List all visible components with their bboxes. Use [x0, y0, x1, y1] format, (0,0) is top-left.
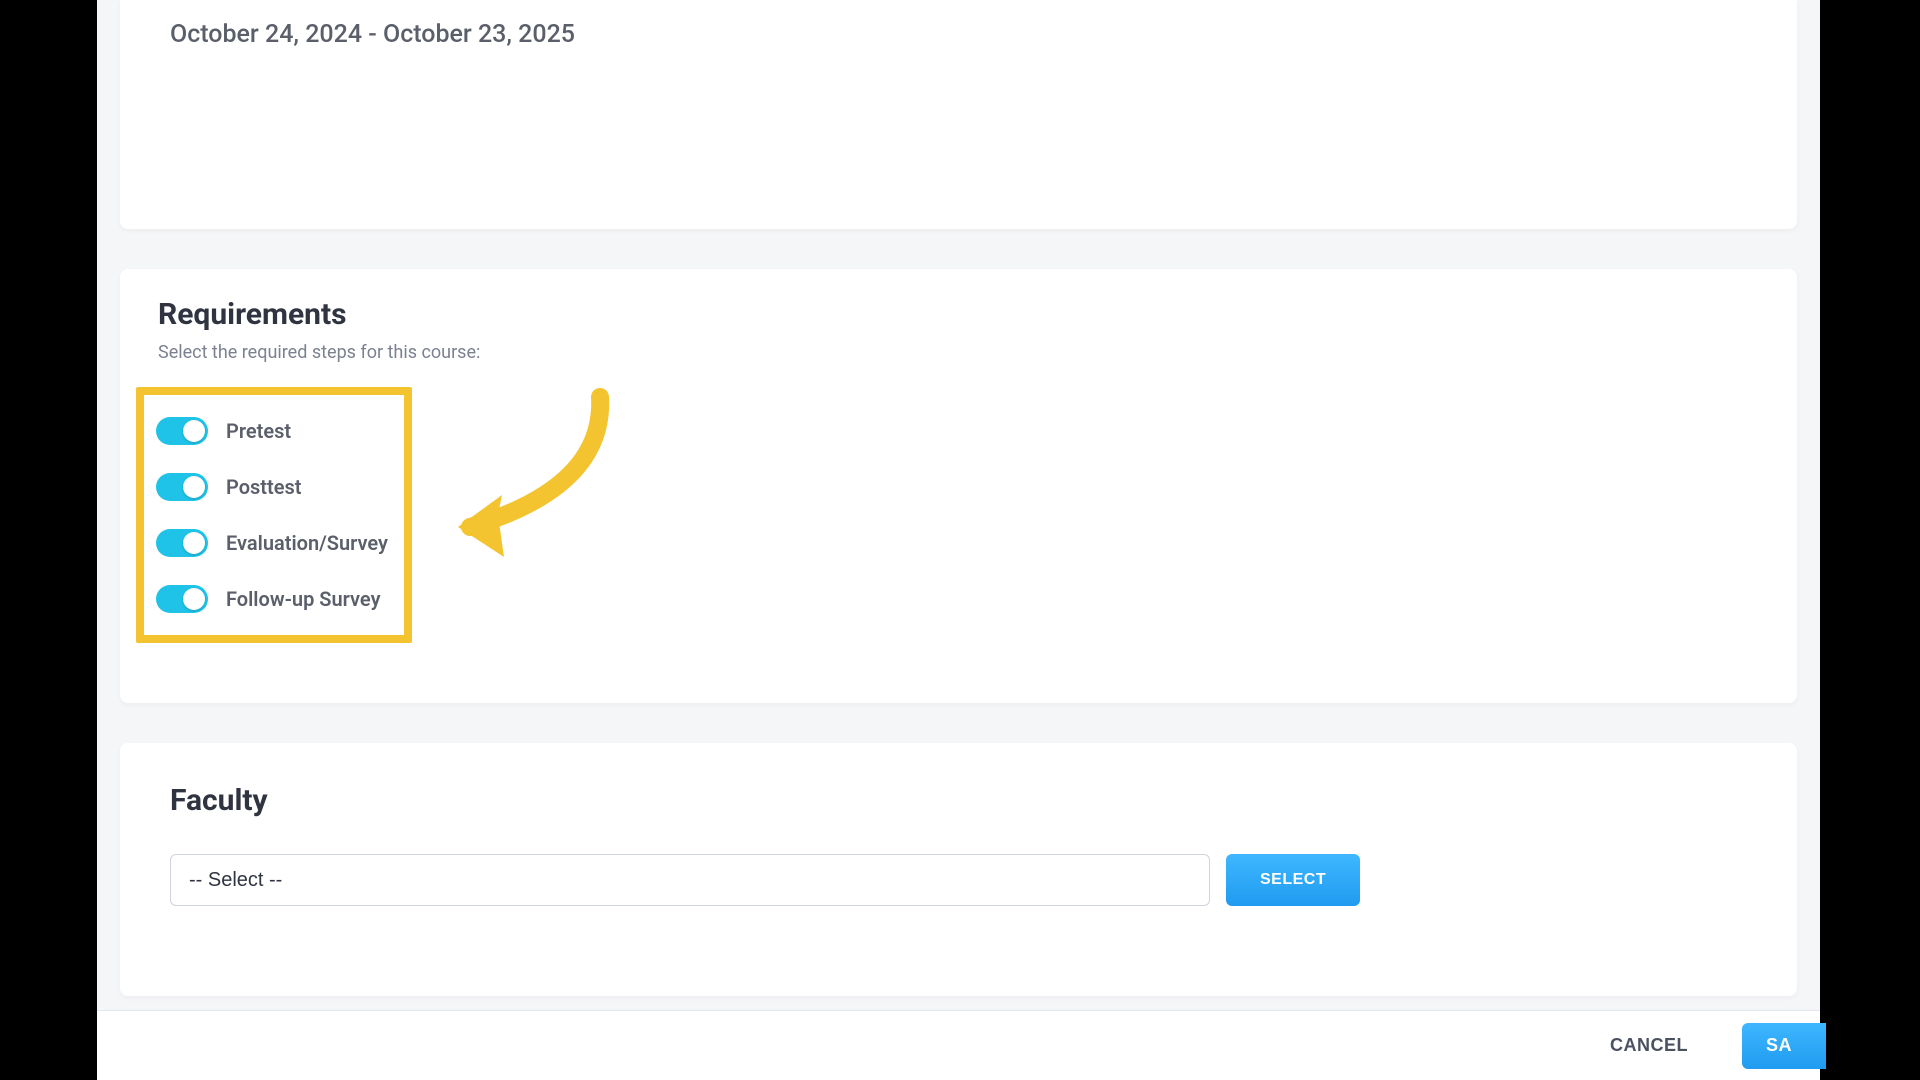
cancel-button[interactable]: CANCEL [1582, 1021, 1716, 1070]
toggle-row-evaluation: Evaluation/Survey [150, 515, 394, 571]
toggle-label: Pretest [226, 419, 291, 443]
toggle-row-pretest: Pretest [150, 403, 394, 459]
footer-bar: CANCEL SA [97, 1010, 1820, 1080]
requirements-title: Requirements [158, 297, 1757, 332]
faculty-row: -- Select -- SELECT [170, 854, 1747, 906]
toggle-label: Follow-up Survey [226, 587, 381, 611]
requirements-highlight-box: Pretest Posttest Evaluation/Survey Follo… [136, 387, 412, 643]
toggle-evaluation[interactable] [156, 529, 208, 557]
toggle-label: Posttest [226, 475, 302, 499]
toggle-row-posttest: Posttest [150, 459, 394, 515]
arrow-annotation-icon [430, 387, 650, 567]
save-button[interactable]: SA [1742, 1023, 1826, 1069]
faculty-card: Faculty -- Select -- SELECT [120, 743, 1797, 996]
toggle-pretest[interactable] [156, 417, 208, 445]
faculty-title: Faculty [170, 783, 1747, 818]
date-range-card: October 24, 2024 - October 23, 2025 [120, 0, 1797, 229]
date-range-text: October 24, 2024 - October 23, 2025 [170, 20, 1747, 49]
faculty-select-button[interactable]: SELECT [1226, 854, 1360, 906]
toggle-label: Evaluation/Survey [226, 531, 388, 555]
toggle-row-followup: Follow-up Survey [150, 571, 394, 627]
toggle-posttest[interactable] [156, 473, 208, 501]
toggle-followup[interactable] [156, 585, 208, 613]
requirements-subtitle: Select the required steps for this cours… [158, 342, 1757, 363]
app-frame: October 24, 2024 - October 23, 2025 Requ… [97, 0, 1820, 1080]
requirements-card: Requirements Select the required steps f… [120, 269, 1797, 703]
faculty-select-dropdown[interactable]: -- Select -- [170, 854, 1210, 906]
